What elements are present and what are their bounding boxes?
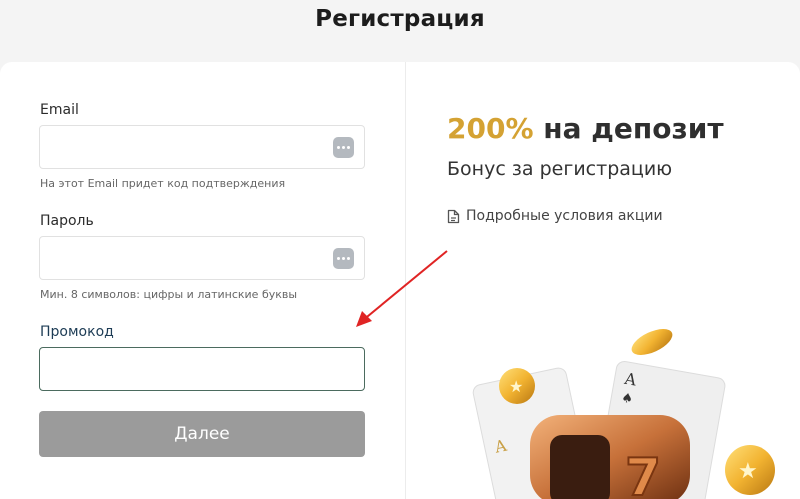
email-hint: На этот Email придет код подтверждения — [40, 177, 286, 190]
email-field[interactable] — [39, 125, 365, 169]
annotation-arrow — [356, 250, 448, 327]
password-label: Пароль — [40, 213, 94, 229]
promo-title: 200% на депозит — [447, 112, 724, 145]
password-field[interactable] — [39, 236, 365, 280]
coin-left: ★ — [499, 368, 535, 404]
email-label: Email — [40, 102, 79, 118]
svg-text:7: 7 — [625, 448, 661, 499]
more-dots-icon[interactable] — [333, 137, 354, 158]
casino-illustration: A A ♠ ★ ★ 7 — [472, 329, 775, 499]
slot-drum: 7 — [530, 415, 690, 499]
terms-link-label: Подробные условия акции — [466, 208, 663, 224]
promo-subtitle: Бонус за регистрацию — [447, 158, 673, 180]
svg-text:★: ★ — [509, 377, 523, 396]
coin-right: ★ — [725, 445, 775, 495]
terms-link[interactable]: Подробные условия акции — [447, 208, 663, 224]
password-hint: Мин. 8 символов: цифры и латинские буквы — [40, 288, 298, 301]
next-button[interactable]: Далее — [39, 411, 365, 457]
page-title: Регистрация — [315, 6, 485, 32]
coin-top — [631, 329, 673, 355]
document-icon — [447, 209, 460, 223]
promo-percent: 200% — [447, 112, 534, 145]
promo-code-label: Промокод — [40, 324, 114, 340]
promo-code-field[interactable] — [39, 347, 365, 391]
svg-text:★: ★ — [738, 459, 758, 484]
promo-title-rest: на депозит — [533, 112, 724, 145]
